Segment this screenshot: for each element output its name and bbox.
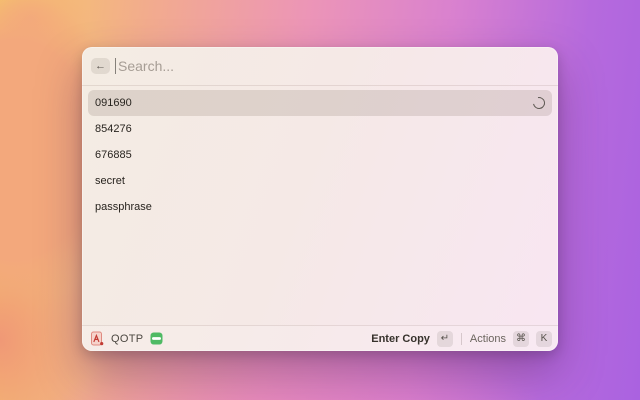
return-key-icon: ↵ xyxy=(437,331,453,347)
back-button[interactable]: ← xyxy=(91,58,110,74)
desktop-wallpaper: ← 091690 854276 676885 secret pas xyxy=(0,0,640,400)
list-item[interactable]: 854276 xyxy=(88,116,552,142)
k-key-icon: K xyxy=(536,331,552,347)
primary-action-label[interactable]: Enter Copy xyxy=(371,333,430,345)
qotp-extension-icon xyxy=(91,331,104,346)
list-item-label: 854276 xyxy=(95,123,132,135)
search-bar: ← xyxy=(82,47,558,86)
list-item-label: 676885 xyxy=(95,149,132,161)
list-item-label: 091690 xyxy=(95,97,132,109)
search-field-wrap xyxy=(115,47,548,85)
command-key-icon: ⌘ xyxy=(513,331,529,347)
actions-button[interactable]: Actions xyxy=(470,333,506,345)
app-label: QOTP xyxy=(111,333,143,345)
search-input[interactable] xyxy=(116,58,548,74)
footer-divider xyxy=(461,333,462,345)
footer-bar: QOTP Enter Copy ↵ Actions ⌘ K xyxy=(82,325,558,351)
list-item[interactable]: 091690 xyxy=(88,90,552,116)
list-item[interactable]: secret xyxy=(88,168,552,194)
vault-icon xyxy=(150,332,163,345)
list-item-label: secret xyxy=(95,175,125,187)
list-item[interactable]: passphrase xyxy=(88,194,552,220)
list-item-label: passphrase xyxy=(95,201,152,213)
spinner-icon xyxy=(531,95,548,112)
launcher-window: ← 091690 854276 676885 secret pas xyxy=(82,47,558,351)
left-arrow-icon: ← xyxy=(95,61,106,72)
list-item[interactable]: 676885 xyxy=(88,142,552,168)
result-list: 091690 854276 676885 secret passphrase xyxy=(82,86,558,325)
